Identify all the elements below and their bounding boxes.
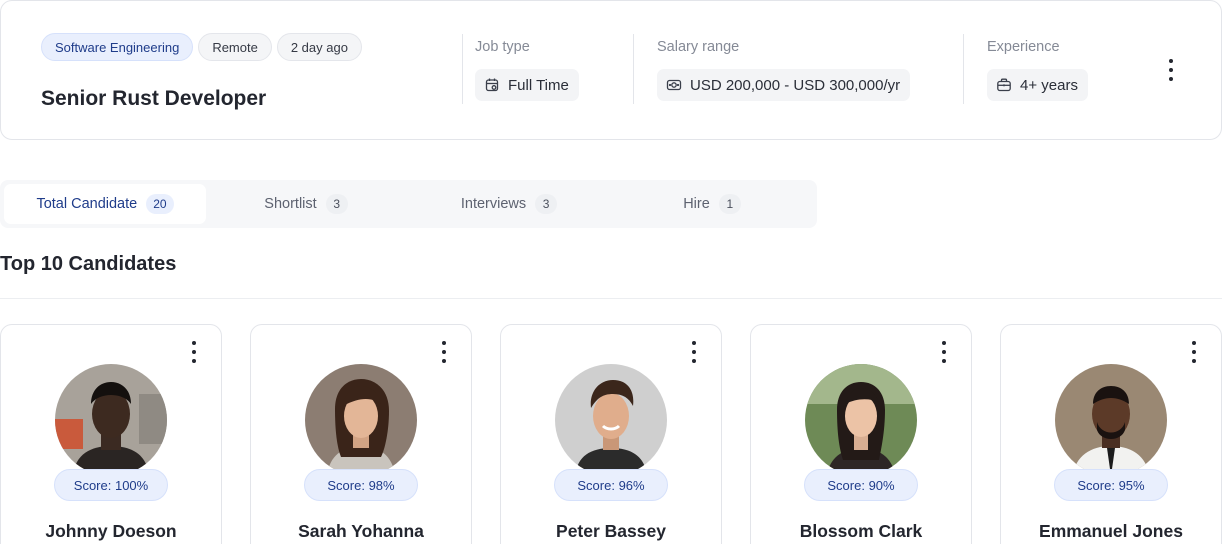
job-type-value: Full Time <box>508 76 569 94</box>
section-title: Top 10 Candidates <box>0 253 177 275</box>
tab-count-badge: 3 <box>535 194 558 214</box>
tab-hire[interactable]: Hire 1 <box>612 184 812 224</box>
tab-label: Total Candidate <box>36 196 138 212</box>
tab-count-badge: 20 <box>146 194 174 214</box>
experience-pill: 4+ years <box>987 69 1088 101</box>
tab-label: Interviews <box>460 196 527 212</box>
more-vertical-icon[interactable] <box>1164 59 1178 81</box>
salary-block: Salary range USD 200,000 - USD 300,000/y… <box>657 39 911 101</box>
more-vertical-icon[interactable] <box>187 341 201 363</box>
more-vertical-icon[interactable] <box>937 341 951 363</box>
score-badge: Score: 100% <box>54 469 168 501</box>
tag-posted-date: 2 day ago <box>276 33 362 61</box>
candidate-tabs: Total Candidate 20 Shortlist 3 Interview… <box>0 180 817 228</box>
divider <box>633 34 634 104</box>
score-badge: Score: 96% <box>554 469 668 501</box>
salary-label: Salary range <box>657 39 740 55</box>
job-tags: Software Engineering Remote 2 day ago <box>41 33 362 61</box>
candidate-name[interactable]: Sarah Yohanna <box>251 521 471 542</box>
tab-interviews[interactable]: Interviews 3 <box>406 184 612 224</box>
avatar <box>55 364 167 476</box>
job-type-pill: Full Time <box>475 69 579 101</box>
avatar <box>805 364 917 476</box>
tab-label: Hire <box>683 196 710 212</box>
candidate-name[interactable]: Blossom Clark <box>751 521 971 542</box>
tab-shortlist[interactable]: Shortlist 3 <box>206 184 406 224</box>
job-type-label: Job type <box>475 39 530 55</box>
tab-label: Shortlist <box>264 196 317 212</box>
tab-total-candidate[interactable]: Total Candidate 20 <box>4 184 206 224</box>
divider <box>462 34 463 104</box>
tag-location[interactable]: Remote <box>198 33 272 61</box>
tag-department[interactable]: Software Engineering <box>41 33 194 61</box>
salary-value: USD 200,000 - USD 300,000/yr <box>690 76 901 94</box>
candidate-card[interactable]: Score: 90% Blossom Clark <box>750 324 972 544</box>
candidate-card[interactable]: Score: 96% Peter Bassey <box>500 324 722 544</box>
money-icon <box>666 79 682 91</box>
avatar <box>555 364 667 476</box>
divider <box>963 34 964 104</box>
avatar <box>1055 364 1167 476</box>
job-title: Senior Rust Developer <box>41 87 267 110</box>
job-type-block: Job type Full Time <box>475 39 579 101</box>
more-vertical-icon[interactable] <box>687 341 701 363</box>
candidate-name[interactable]: Johnny Doeson <box>1 521 221 542</box>
salary-pill: USD 200,000 - USD 300,000/yr <box>657 69 911 101</box>
candidate-card[interactable]: Score: 98% Sarah Yohanna <box>250 324 472 544</box>
avatar <box>305 364 417 476</box>
more-vertical-icon[interactable] <box>1187 341 1201 363</box>
section-divider <box>0 298 1222 299</box>
calendar-icon <box>485 78 499 92</box>
candidate-name[interactable]: Peter Bassey <box>501 521 721 542</box>
experience-value: 4+ years <box>1020 76 1078 94</box>
tab-count-badge: 3 <box>325 194 348 214</box>
experience-label: Experience <box>987 39 1060 55</box>
score-badge: Score: 90% <box>804 469 918 501</box>
candidate-card[interactable]: Score: 95% Emmanuel Jones <box>1000 324 1222 544</box>
score-badge: Score: 95% <box>1054 469 1168 501</box>
job-summary-card: Software Engineering Remote 2 day ago Se… <box>0 0 1222 140</box>
briefcase-icon <box>997 78 1011 92</box>
more-vertical-icon[interactable] <box>437 341 451 363</box>
candidate-name[interactable]: Emmanuel Jones <box>1001 521 1221 542</box>
tab-count-badge: 1 <box>718 194 741 214</box>
experience-block: Experience 4+ years <box>987 39 1088 101</box>
score-badge: Score: 98% <box>304 469 418 501</box>
candidate-card[interactable]: Score: 100% Johnny Doeson <box>0 324 222 544</box>
